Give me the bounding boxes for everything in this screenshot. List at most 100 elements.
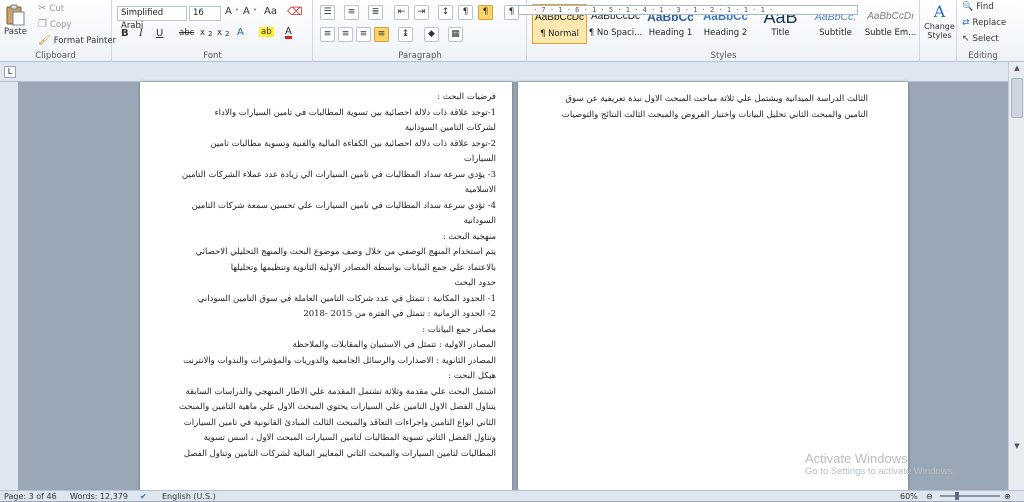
paste-label: Paste [4, 27, 27, 37]
document-line: الثالث الدراسة الميدانية ويشتمل علي ثلاث… [565, 94, 868, 104]
page-left-text: فرضيات البحث : 1-توجد علاقة ذات دلالة احص… [140, 92, 512, 464]
style-subtle-emphasis[interactable]: AaBbCcDı Subtle Em... [863, 4, 918, 44]
borders-button[interactable]: ▦ [448, 27, 463, 42]
replace-label: Replace [972, 18, 1007, 28]
word-count[interactable]: Words: 12,379 [70, 491, 128, 502]
clipboard-group: Paste ✂ Cut ❐ Copy 🖌 Format Painter Clip… [0, 0, 116, 62]
align-right-button[interactable]: ≡ [356, 27, 371, 42]
copy-label: Copy [49, 19, 72, 30]
increase-indent-button[interactable]: ⇥ [414, 5, 429, 20]
style-subtle-emphasis-sample: AaBbCcDı [867, 11, 914, 22]
italic-button[interactable]: I [139, 28, 143, 39]
scissors-icon: ✂ [38, 3, 47, 14]
document-line: 1- الحدود المكانية : تتمثل في عدد شركات … [197, 293, 496, 304]
document-line: المصادر الثانوية : الاصدارات والرسائل ال… [183, 355, 496, 366]
document-line: 4- تؤدي سرعة سداد المطالبات في تامين الس… [191, 200, 496, 211]
select-label: Select [972, 34, 999, 44]
watermark-subtitle: Go to Settings to activate Windows. [805, 466, 955, 477]
document-line: 1-توجد علاقة ذات دلالة احصائية بين تسوية… [214, 107, 496, 118]
language-indicator[interactable]: English (U.S.) [162, 491, 216, 502]
replace-button[interactable]: ⇄ Replace [962, 18, 1006, 28]
highlighter-icon: ab [259, 27, 274, 37]
cut-label: Cut [49, 3, 65, 14]
paste-button[interactable]: Paste [4, 4, 27, 37]
paragraph-group: ☰ ≡ ≣ ⇤ ⇥ ↕ ¶ ¶ ¶ ≡ ≡ ≡ ≡ ↨ ◆ ▦ Paragrap… [314, 0, 527, 62]
font-group-label: Font [203, 51, 222, 61]
style-normal-name: ¶ Normal [540, 29, 579, 39]
underline-button[interactable]: U [156, 28, 163, 39]
vertical-scrollbar[interactable]: ▲ ▼ [1008, 62, 1024, 490]
zoom-slider-thumb[interactable] [955, 492, 959, 500]
page-indicator[interactable]: Page: 3 of 46 [4, 491, 57, 502]
change-styles-label: Change Styles [924, 22, 955, 40]
copy-button[interactable]: ❐ Copy [38, 19, 72, 30]
font-size-select[interactable]: 16 [189, 6, 221, 21]
multilevel-list-button[interactable]: ≣ [368, 5, 383, 20]
cut-button[interactable]: ✂ Cut [38, 3, 64, 14]
line-spacing-button[interactable]: ↨ [398, 27, 413, 42]
decrease-indent-button[interactable]: ⇤ [394, 5, 409, 20]
document-line: اشتمل البحث علي مقدمة وثلاثة تشتمل المقد… [185, 386, 496, 397]
find-label: Find [976, 2, 994, 12]
strikethrough-button[interactable]: abc [179, 28, 194, 38]
text-effects-button[interactable]: A [237, 27, 244, 38]
zoom-level[interactable]: 60% [900, 491, 918, 502]
clear-formatting-icon: ⌫ [287, 5, 303, 18]
highlight-button[interactable]: ab [259, 27, 274, 37]
replace-icon: ⇄ [962, 18, 970, 28]
bullets-button[interactable]: ☰ [320, 5, 335, 20]
font-color-button[interactable]: A [285, 27, 292, 39]
copy-icon: ❐ [38, 19, 47, 30]
select-button[interactable]: ↖ Select [962, 34, 999, 44]
paragraph-group-label: Paragraph [398, 51, 442, 61]
clipboard-group-label: Clipboard [35, 51, 76, 61]
align-left-button[interactable]: ≡ [320, 27, 335, 42]
font-name-select[interactable]: Simplified Arabi [117, 6, 187, 31]
clear-formatting-button[interactable]: ⌫ [287, 5, 303, 18]
document-line: المصادر الاولية : تتمثل في الاستبيان وال… [292, 340, 497, 350]
document-line: السودانية [463, 216, 496, 226]
document-page-left[interactable]: فرضيات البحث : 1-توجد علاقة ذات دلالة احص… [140, 82, 512, 491]
grow-font-button[interactable]: A ˄ [225, 6, 239, 17]
superscript-button[interactable]: x2 [217, 28, 230, 38]
show-formatting-button[interactable]: ¶ [504, 5, 519, 20]
format-painter-button[interactable]: 🖌 Format Painter [38, 35, 116, 46]
shading-button[interactable]: ◆ [424, 27, 439, 42]
select-icon: ↖ [962, 34, 970, 44]
shrink-font-button[interactable]: A ˅ [243, 6, 257, 17]
zoom-slider[interactable] [940, 495, 1000, 497]
document-line: لشركات التامين السودانية [404, 123, 496, 133]
find-button[interactable]: 🔍 Find [962, 2, 994, 12]
ltr-direction-button[interactable]: ¶ [458, 5, 473, 20]
change-styles-button[interactable]: A Change Styles [923, 2, 956, 40]
scroll-up-icon[interactable]: ▲ [1011, 64, 1023, 75]
sort-button[interactable]: ↕ [438, 5, 453, 20]
document-page-right[interactable]: الثالث الدراسة الميدانية ويشتمل علي ثلاث… [518, 82, 908, 491]
numbering-button[interactable]: ≡ [344, 5, 359, 20]
status-bar: Page: 3 of 46 Words: 12,379 ✔ English (U… [0, 490, 1024, 501]
change-case-button[interactable]: Aa [264, 6, 277, 17]
editing-group: 🔍 Find ⇄ Replace ↖ Select Editing [958, 0, 1008, 62]
justify-button[interactable]: ≡ [374, 27, 389, 42]
document-line: المطالبات لتامين السيارات والمبحث الثاني… [183, 448, 496, 459]
scroll-down-icon[interactable]: ▼ [1011, 442, 1023, 453]
proofing-icon[interactable]: ✔ [140, 491, 147, 502]
style-heading-2-name: Heading 2 [703, 28, 748, 38]
bold-button[interactable]: B [121, 28, 129, 39]
rtl-direction-button[interactable]: ¶ [478, 5, 493, 20]
scroll-thumb[interactable] [1011, 78, 1023, 118]
document-line: فرضيات البحث : [437, 92, 496, 102]
subscript-button[interactable]: x2 [200, 28, 213, 38]
document-line: وتناول الفصل الثاني تسوية المطالبات لتام… [203, 433, 496, 443]
activation-watermark: Activate Windows Go to Settings to activ… [805, 451, 955, 477]
align-center-button[interactable]: ≡ [338, 27, 353, 42]
document-line: بالاعتماد علي جمع البيانات بواسطة المصاد… [230, 262, 496, 273]
horizontal-ruler[interactable]: · 7 · 1 · 6 · 1 · 5 · 1 · 4 · 1 · 3 · 1 … [518, 5, 858, 15]
document-line: يتناول الفصل الاول التامين علي السيارات … [178, 402, 496, 412]
zoom-out-icon[interactable]: ⊖ [926, 491, 933, 502]
zoom-in-icon[interactable]: ⊕ [1004, 491, 1011, 502]
document-line: 2-توجد علاقة ذات دلالة احصائية بين الكفا… [210, 138, 496, 149]
brush-icon: 🖌 [38, 35, 51, 46]
tab-selector[interactable]: L [4, 66, 16, 78]
document-line: مصادر جمع البيانات : [422, 324, 496, 335]
